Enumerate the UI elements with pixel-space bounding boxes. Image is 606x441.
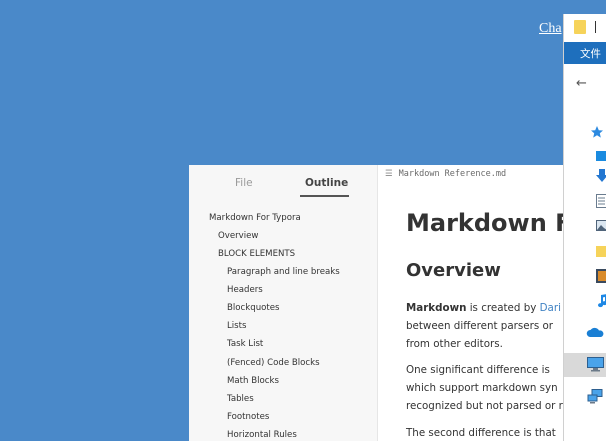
- tab-outline[interactable]: Outline: [305, 177, 348, 189]
- folder-icon: [574, 20, 586, 34]
- outline-item[interactable]: Paragraph and line breaks: [227, 267, 340, 277]
- outline-item[interactable]: (Fenced) Code Blocks: [227, 358, 320, 368]
- explorer-ribbon: 文件: [564, 42, 606, 64]
- paragraph-line: The second difference is that: [406, 427, 556, 439]
- outline-item[interactable]: BLOCK ELEMENTS: [218, 249, 295, 259]
- music-icon[interactable]: [597, 294, 606, 308]
- paragraph-line: Markdown is created by Dari: [406, 302, 561, 314]
- outline-item[interactable]: Math Blocks: [227, 376, 279, 386]
- back-arrow-icon[interactable]: ←: [576, 76, 587, 91]
- outline-item[interactable]: Blockquotes: [227, 303, 280, 313]
- outline-item[interactable]: Footnotes: [227, 412, 269, 422]
- tab-file[interactable]: File: [235, 177, 253, 189]
- this-pc-icon[interactable]: [587, 357, 605, 372]
- document-pane[interactable]: ☰ Markdown Reference.md Markdown F Overvi…: [378, 165, 569, 441]
- document-filename-bar: ☰ Markdown Reference.md: [385, 169, 506, 179]
- section-heading-overview: Overview: [406, 260, 501, 281]
- paragraph-line: from other editors.: [406, 338, 503, 350]
- typora-window: File Outline Markdown For Typora Overvie…: [189, 165, 569, 441]
- videos-icon[interactable]: [596, 269, 606, 283]
- paragraph-line: between different parsers or: [406, 320, 553, 332]
- ribbon-tab-file[interactable]: 文件: [580, 46, 601, 61]
- outline-item[interactable]: Headers: [227, 285, 263, 295]
- outline-item[interactable]: Tables: [227, 394, 254, 404]
- outline-item[interactable]: Markdown For Typora: [209, 213, 301, 223]
- desktop-link[interactable]: Cha: [539, 21, 562, 37]
- desktop-folder-icon[interactable]: [596, 150, 606, 162]
- pictures-icon[interactable]: [596, 220, 606, 232]
- folder-icon[interactable]: [596, 245, 606, 257]
- explorer-titlebar: [564, 14, 606, 42]
- downloads-icon[interactable]: [596, 169, 606, 183]
- quick-access-star-icon[interactable]: [590, 125, 604, 139]
- author-link[interactable]: Dari: [540, 302, 561, 314]
- outline-item[interactable]: Overview: [218, 231, 258, 241]
- outline-item[interactable]: Lists: [227, 321, 247, 331]
- paragraph-line: which support markdown syn: [406, 382, 558, 394]
- menu-icon[interactable]: ☰: [385, 169, 393, 179]
- outline-item[interactable]: Task List: [227, 339, 263, 349]
- paragraph-line: One significant difference is: [406, 364, 550, 376]
- onedrive-icon[interactable]: [586, 326, 604, 338]
- network-icon[interactable]: [587, 389, 605, 405]
- file-explorer-window: 文件 ←: [563, 14, 606, 441]
- active-tab-indicator: [300, 195, 349, 197]
- document-filename: Markdown Reference.md: [398, 169, 507, 179]
- sidebar: File Outline Markdown For Typora Overvie…: [189, 165, 378, 441]
- bold-text: Markdown: [406, 302, 467, 314]
- paragraph-line: recognized but not parsed or r: [406, 400, 563, 412]
- title-separator: [595, 21, 596, 33]
- document-title: Markdown F: [406, 209, 569, 237]
- outline-item[interactable]: Horizontal Rules: [227, 430, 297, 440]
- documents-icon[interactable]: [596, 194, 606, 208]
